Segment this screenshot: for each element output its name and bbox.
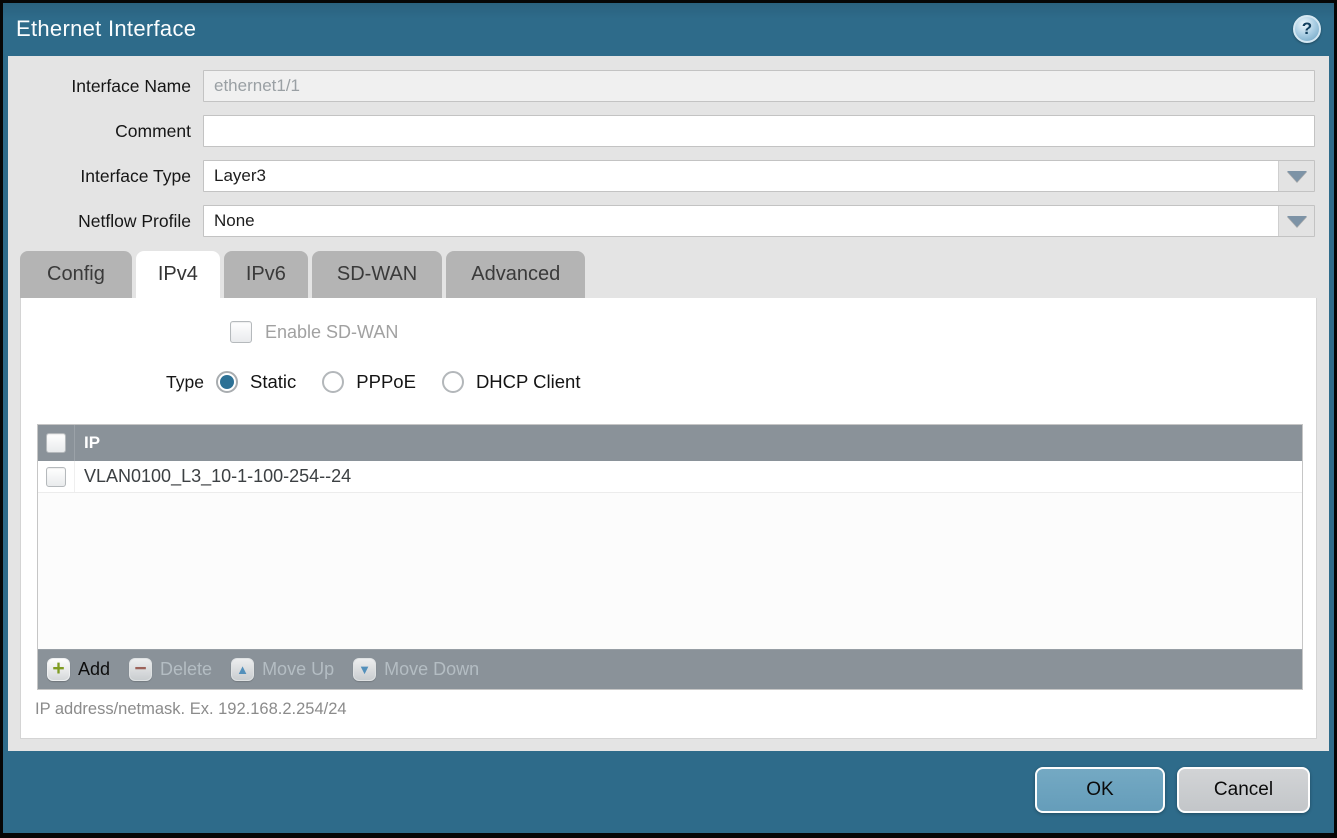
radio-dhcp-client-label: DHCP Client (476, 371, 581, 393)
select-all-checkbox[interactable] (46, 433, 66, 453)
type-row: Type Static PPPoE DHCP Client (21, 360, 1316, 404)
netflow-profile-dropdown-button[interactable] (1278, 206, 1314, 236)
enable-sdwan-label: Enable SD-WAN (265, 322, 398, 343)
help-icon[interactable]: ? (1293, 15, 1321, 43)
ok-button[interactable]: OK (1035, 767, 1165, 813)
dialog-titlebar: Ethernet Interface ? (3, 3, 1334, 56)
tab-bar: Config IPv4 IPv6 SD-WAN Advanced (20, 251, 585, 298)
radio-static-label: Static (250, 371, 296, 393)
row-checkbox-cell (38, 461, 75, 492)
tab-ipv6[interactable]: IPv6 (224, 251, 308, 298)
dialog-title: Ethernet Interface (16, 16, 196, 42)
interface-name-value: ethernet1/1 (214, 76, 300, 96)
ip-table-header: IP (38, 425, 1302, 461)
interface-type-select[interactable]: Layer3 (203, 160, 1315, 192)
ip-cell-value: VLAN0100_L3_10-1-100-254--24 (75, 466, 351, 487)
chevron-down-icon (1287, 216, 1307, 227)
move-up-icon: ▲ (231, 658, 254, 681)
netflow-profile-label: Netflow Profile (8, 211, 203, 232)
tab-config[interactable]: Config (20, 251, 132, 298)
cancel-button[interactable]: Cancel (1177, 767, 1310, 813)
interface-name-field: ethernet1/1 (203, 70, 1315, 102)
add-button-label: Add (78, 659, 110, 680)
add-icon: + (47, 658, 70, 681)
radio-option-static[interactable]: Static (216, 371, 296, 393)
move-down-icon: ▼ (353, 658, 376, 681)
type-label: Type (21, 372, 216, 393)
interface-name-label: Interface Name (8, 76, 203, 97)
delete-button-label: Delete (160, 659, 212, 680)
tab-sd-wan[interactable]: SD-WAN (312, 251, 442, 298)
move-down-button: ▼ Move Down (353, 658, 479, 681)
netflow-profile-select[interactable]: None (203, 205, 1315, 237)
comment-label: Comment (8, 121, 203, 142)
ipv4-tab-panel: Enable SD-WAN Type Static PPPoE DHCP Cli… (20, 298, 1317, 739)
netflow-profile-value: None (204, 206, 1278, 236)
delete-icon: − (129, 658, 152, 681)
row-checkbox[interactable] (46, 467, 66, 487)
delete-button: − Delete (129, 658, 212, 681)
radio-option-pppoe[interactable]: PPPoE (322, 371, 416, 393)
comment-row: Comment (8, 115, 1315, 147)
move-up-button: ▲ Move Up (231, 658, 334, 681)
comment-field[interactable] (203, 115, 1315, 147)
ip-column-header: IP (75, 433, 100, 453)
move-up-button-label: Move Up (262, 659, 334, 680)
enable-sdwan-row: Enable SD-WAN (230, 321, 398, 343)
tab-advanced[interactable]: Advanced (446, 251, 585, 298)
interface-type-value: Layer3 (204, 161, 1278, 191)
interface-type-dropdown-button[interactable] (1278, 161, 1314, 191)
add-button[interactable]: + Add (47, 658, 110, 681)
radio-option-dhcp-client[interactable]: DHCP Client (442, 371, 581, 393)
header-checkbox-cell (38, 425, 75, 461)
move-down-button-label: Move Down (384, 659, 479, 680)
interface-type-row: Interface Type Layer3 (8, 160, 1315, 192)
table-row[interactable]: VLAN0100_L3_10-1-100-254--24 (38, 461, 1302, 493)
chevron-down-icon (1287, 171, 1307, 182)
netflow-profile-row: Netflow Profile None (8, 205, 1315, 237)
radio-pppoe-label: PPPoE (356, 371, 416, 393)
table-toolbar: + Add − Delete ▲ Move Up ▼ Move Down (38, 649, 1302, 689)
ip-format-hint: IP address/netmask. Ex. 192.168.2.254/24 (35, 700, 347, 719)
radio-static[interactable] (216, 371, 238, 393)
radio-dhcp-client[interactable] (442, 371, 464, 393)
ip-table: IP VLAN0100_L3_10-1-100-254--24 + Add − (37, 424, 1303, 690)
form: Interface Name ethernet1/1 Comment Inter… (8, 56, 1329, 237)
table-empty-area (38, 493, 1302, 649)
enable-sdwan-checkbox[interactable] (230, 321, 252, 343)
radio-pppoe[interactable] (322, 371, 344, 393)
tab-ipv4[interactable]: IPv4 (136, 251, 220, 298)
interface-type-label: Interface Type (8, 166, 203, 187)
dialog-body: Interface Name ethernet1/1 Comment Inter… (8, 56, 1329, 751)
ethernet-interface-dialog: Ethernet Interface ? Interface Name ethe… (0, 0, 1337, 838)
interface-name-row: Interface Name ethernet1/1 (8, 70, 1315, 102)
